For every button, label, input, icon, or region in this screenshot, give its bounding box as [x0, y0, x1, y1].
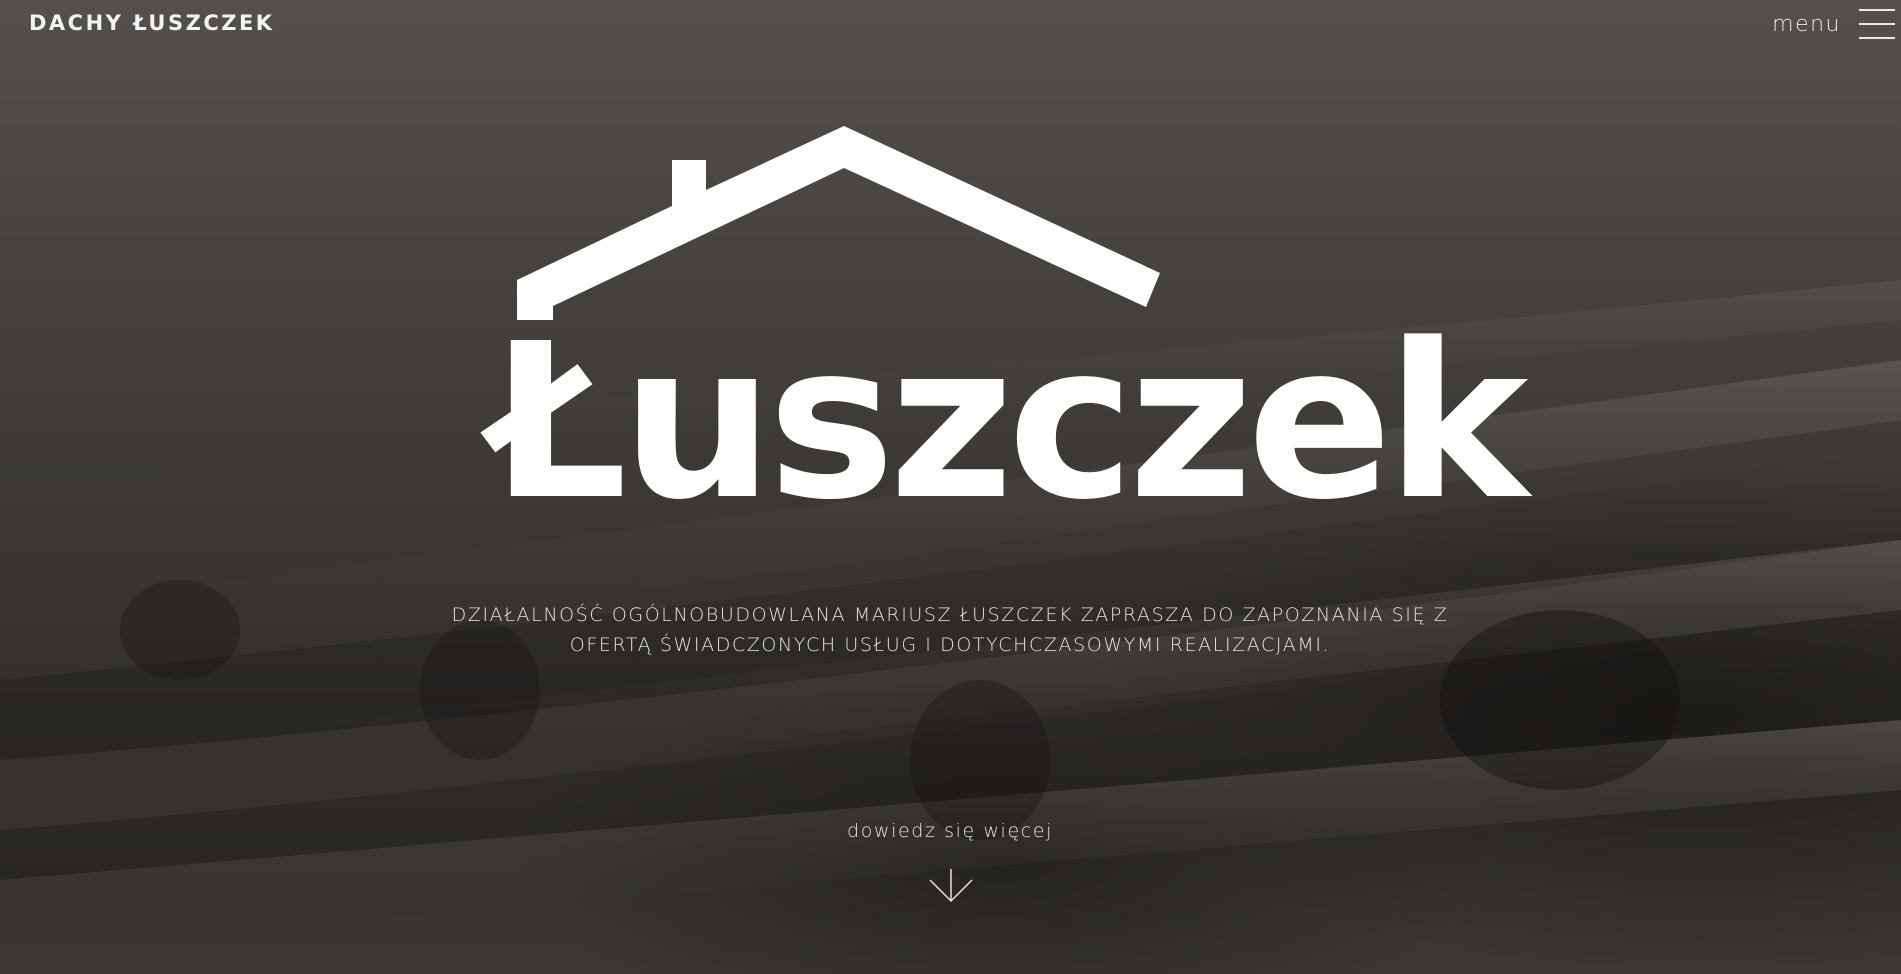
hero-tagline: DZIAŁALNOŚĆ OGÓLNOBUDOWLANA MARIUSZ ŁUSZ… — [450, 600, 1450, 660]
logo-wordmark: Łuszczek — [490, 298, 1529, 547]
house-roof-icon — [517, 126, 1160, 320]
hamburger-icon — [1859, 8, 1895, 40]
menu-label: menu — [1772, 11, 1841, 37]
learn-more-link[interactable]: dowiedz się więcej — [750, 820, 1150, 842]
hero-section: DACHY ŁUSZCZEK menu Łuszczek DZIAŁALNOŚĆ… — [0, 0, 1901, 974]
tagline-line-2: OFERTĄ ŚWIADCZONYCH USŁUG I DOTYCHCZASOW… — [569, 634, 1331, 656]
site-brand[interactable]: DACHY ŁUSZCZEK — [29, 11, 275, 35]
logo: Łuszczek — [480, 118, 1529, 530]
menu-button[interactable]: menu — [1772, 8, 1895, 40]
arrow-down-icon[interactable] — [929, 868, 973, 904]
tagline-line-1: DZIAŁALNOŚĆ OGÓLNOBUDOWLANA MARIUSZ ŁUSZ… — [451, 604, 1449, 626]
